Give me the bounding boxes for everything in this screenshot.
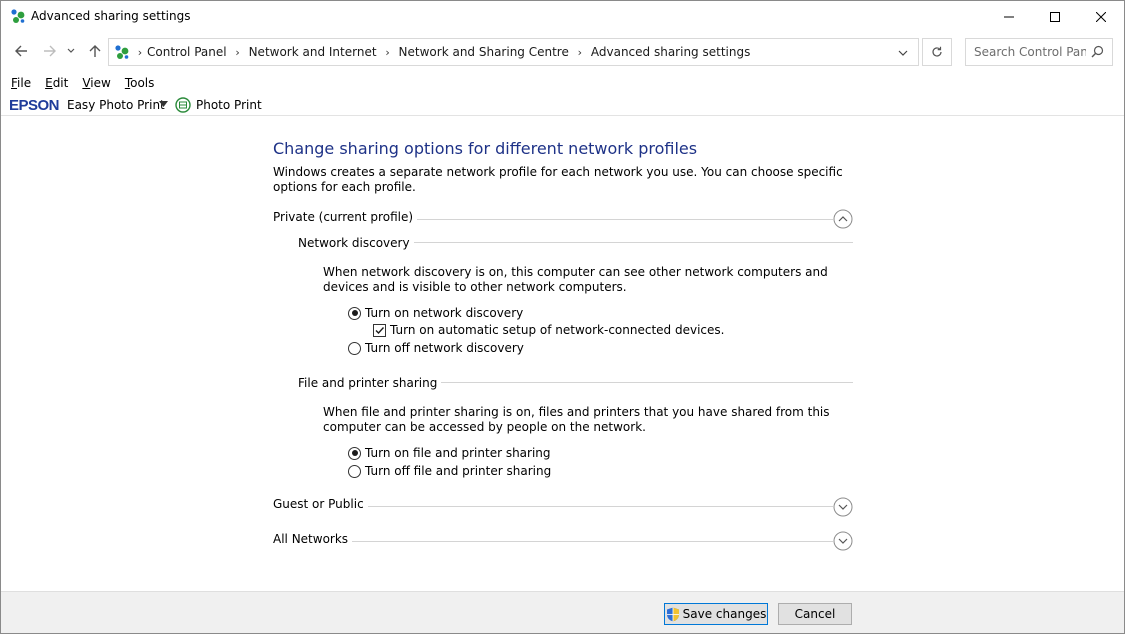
turn-off-file-sharing-radio[interactable]: Turn off file and printer sharing <box>348 464 551 478</box>
minimize-button[interactable] <box>986 1 1032 32</box>
menu-edit-accel: E <box>45 76 53 90</box>
turn-on-network-discovery-label: Turn on network discovery <box>365 306 524 320</box>
menu-tools-label: ools <box>130 76 155 90</box>
turn-off-file-sharing-label: Turn off file and printer sharing <box>365 464 552 478</box>
breadcrumb-advanced-sharing[interactable]: Advanced sharing settings <box>591 45 750 59</box>
breadcrumb-network-sharing-centre[interactable]: Network and Sharing Centre <box>399 45 569 59</box>
menu-bar: File Edit View Tools <box>11 76 168 90</box>
private-profile-header[interactable]: Private (current profile) <box>273 210 418 224</box>
network-discovery-description: When network discovery is on, this compu… <box>323 265 828 294</box>
auto-setup-label: Turn on automatic setup of network-conne… <box>390 323 725 337</box>
radio-selected-icon <box>348 306 361 320</box>
menu-view[interactable]: View <box>82 76 110 90</box>
turn-off-network-discovery-label: Turn off network discovery <box>365 341 524 355</box>
turn-on-network-discovery-radio[interactable]: Turn on network discovery <box>348 306 523 320</box>
arrow-right-icon <box>44 45 56 57</box>
address-bar[interactable]: › Control Panel › Network and Internet ›… <box>108 38 919 66</box>
menu-edit[interactable]: Edit <box>45 76 68 90</box>
arrow-left-icon <box>15 45 27 57</box>
page-intro: Windows creates a separate network profi… <box>273 165 843 194</box>
breadcrumb-network-internet[interactable]: Network and Internet <box>249 45 377 59</box>
menu-file[interactable]: File <box>11 76 31 90</box>
arrow-up-icon <box>89 45 101 57</box>
refresh-button[interactable] <box>922 38 952 66</box>
minimize-icon <box>1004 16 1014 17</box>
back-button[interactable] <box>11 41 31 61</box>
up-button[interactable] <box>85 41 105 61</box>
radio-selected-icon <box>348 446 361 460</box>
caret-down-icon[interactable] <box>159 101 168 107</box>
cancel-button[interactable]: Cancel <box>778 603 852 625</box>
search-box[interactable] <box>965 38 1113 66</box>
radio-unselected-icon <box>348 341 361 355</box>
title-bar: Advanced sharing settings <box>1 1 1124 32</box>
turn-off-network-discovery-radio[interactable]: Turn off network discovery <box>348 341 524 355</box>
search-input[interactable] <box>966 39 1086 65</box>
save-changes-label: Save changes <box>682 607 767 621</box>
menu-edit-label: dit <box>52 76 69 90</box>
menu-view-label: iew <box>90 76 111 90</box>
app-window: Advanced sharing settings › Control Pane… <box>0 0 1125 634</box>
easy-photo-print-button[interactable]: Easy Photo Print <box>67 98 165 112</box>
file-printer-sharing-description: When file and printer sharing is on, fil… <box>323 405 830 434</box>
footer-bar: Save changes Cancel <box>1 591 1124 633</box>
guest-public-header[interactable]: Guest or Public <box>273 497 368 511</box>
chevron-up-icon[interactable] <box>833 209 853 229</box>
all-networks-header[interactable]: All Networks <box>273 532 353 546</box>
auto-setup-checkbox[interactable]: Turn on automatic setup of network-conne… <box>373 323 724 337</box>
photo-print-icon <box>175 97 191 113</box>
breadcrumb-separator-icon[interactable]: › <box>227 46 249 59</box>
uac-shield-icon <box>666 607 679 621</box>
close-button[interactable] <box>1078 1 1124 32</box>
network-center-icon <box>11 9 25 23</box>
file-printer-sharing-header: File and printer sharing <box>298 376 442 390</box>
maximize-icon <box>1050 11 1060 22</box>
chevron-down-icon <box>67 48 75 53</box>
recent-locations-button[interactable] <box>64 41 78 61</box>
search-icon[interactable] <box>1091 45 1104 58</box>
network-center-icon <box>115 45 129 59</box>
chevron-down-icon[interactable] <box>833 497 853 517</box>
menu-tools[interactable]: Tools <box>125 76 155 90</box>
checkbox-checked-icon <box>373 323 386 337</box>
photo-print-button[interactable]: Photo Print <box>196 98 262 112</box>
turn-on-file-sharing-label: Turn on file and printer sharing <box>365 446 551 460</box>
save-changes-button[interactable]: Save changes <box>664 603 768 625</box>
cancel-label: Cancel <box>794 607 836 621</box>
refresh-icon <box>932 46 942 57</box>
maximize-button[interactable] <box>1032 1 1078 32</box>
breadcrumb-separator-icon[interactable]: › <box>569 46 591 59</box>
menu-file-label: ile <box>17 76 32 90</box>
forward-button[interactable] <box>40 41 60 61</box>
breadcrumb: › Control Panel › Network and Internet ›… <box>133 45 751 59</box>
address-dropdown-button[interactable] <box>894 44 912 62</box>
breadcrumb-control-panel[interactable]: Control Panel <box>147 45 227 59</box>
turn-on-file-sharing-radio[interactable]: Turn on file and printer sharing <box>348 446 551 460</box>
network-discovery-header: Network discovery <box>298 236 414 250</box>
epson-logo: EPSON <box>9 97 60 114</box>
close-icon <box>1096 11 1106 22</box>
radio-unselected-icon <box>348 464 361 478</box>
checkmark-icon <box>375 326 385 334</box>
chevron-down-icon <box>898 50 908 56</box>
breadcrumb-separator-icon: › <box>137 45 143 59</box>
chevron-down-icon[interactable] <box>833 531 853 551</box>
breadcrumb-separator-icon[interactable]: › <box>377 46 399 59</box>
page-title: Change sharing options for different net… <box>273 139 698 158</box>
all-networks-divider <box>273 541 833 542</box>
window-title: Advanced sharing settings <box>31 9 191 23</box>
